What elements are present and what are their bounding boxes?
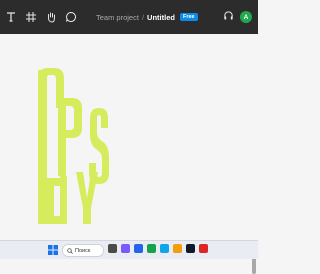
taskbar-app-6[interactable] [173, 244, 182, 253]
comment-tool[interactable] [64, 10, 78, 24]
file-name[interactable]: Untitled [147, 13, 175, 22]
right-toolbar: A [223, 0, 252, 34]
text-tool[interactable] [4, 10, 18, 24]
taskbar-apps [108, 244, 208, 253]
taskbar-app-4[interactable] [147, 244, 156, 253]
windows-start-icon[interactable] [48, 245, 58, 255]
comment-tool-icon [66, 11, 76, 22]
taskbar-app-8[interactable] [199, 244, 208, 253]
breadcrumb: Team project / Untitled Free [96, 0, 198, 34]
top-toolbar: Team project / Untitled Free A [0, 0, 258, 34]
design-canvas[interactable] [0, 34, 258, 274]
taskbar: Поиск [0, 240, 258, 259]
taskbar-search[interactable]: Поиск [62, 244, 104, 257]
hand-tool-icon [48, 12, 55, 23]
headphones-icon [224, 11, 233, 20]
text-tool-icon [7, 12, 15, 22]
avatar[interactable]: A [240, 11, 252, 23]
tool-group [4, 10, 78, 24]
taskbar-app-5[interactable] [160, 244, 169, 253]
taskbar-app-2[interactable] [121, 244, 130, 253]
project-name[interactable]: Team project [96, 13, 139, 22]
breadcrumb-separator: / [141, 12, 145, 22]
taskbar-app-7[interactable] [186, 244, 195, 253]
taskbar-search-label: Поиск [75, 247, 91, 254]
plan-badge: Free [179, 13, 198, 21]
taskbar-app-1[interactable] [108, 244, 117, 253]
lime-lettering-artwork[interactable] [38, 68, 114, 224]
hand-tool[interactable] [44, 10, 58, 24]
search-icon [67, 247, 73, 254]
frame-tool[interactable] [24, 10, 38, 24]
frame-tool-icon [26, 12, 36, 22]
audio-button[interactable] [223, 8, 234, 26]
taskbar-app-3[interactable] [134, 244, 143, 253]
